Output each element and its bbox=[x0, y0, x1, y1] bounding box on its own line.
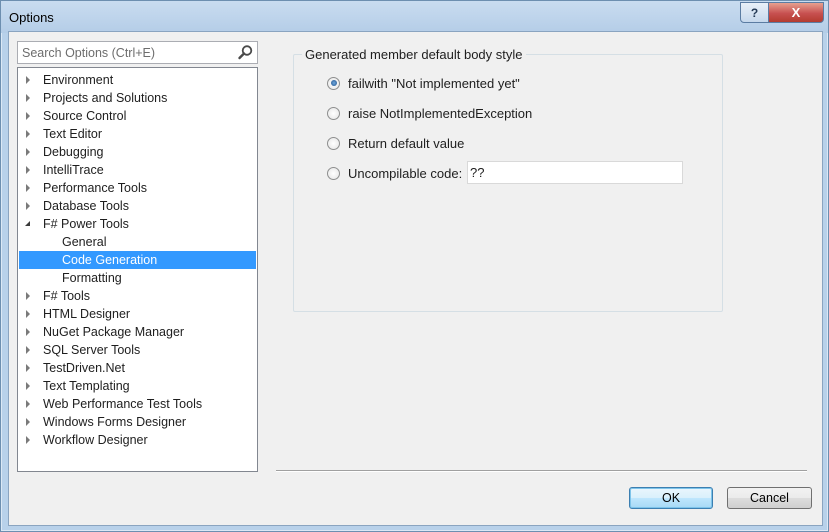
tree-item[interactable]: Text Templating bbox=[19, 377, 256, 395]
button-separator bbox=[276, 470, 807, 472]
tree-item-label: Debugging bbox=[43, 145, 104, 159]
tree-item[interactable]: Debugging bbox=[19, 143, 256, 161]
tree-item[interactable]: Text Editor bbox=[19, 125, 256, 143]
window-title: Options bbox=[9, 10, 54, 25]
tree-item[interactable]: IntelliTrace bbox=[19, 161, 256, 179]
tree-item-label: Performance Tools bbox=[43, 181, 147, 195]
tree-item-label: NuGet Package Manager bbox=[43, 325, 185, 339]
collapsed-arrow-icon[interactable] bbox=[26, 436, 30, 444]
tree-item-label: Windows Forms Designer bbox=[43, 415, 187, 429]
collapsed-arrow-icon[interactable] bbox=[26, 76, 30, 84]
ok-button[interactable]: OK bbox=[629, 487, 713, 509]
radio-default-value[interactable] bbox=[327, 136, 340, 150]
title-bar[interactable]: Options ? X bbox=[1, 1, 828, 33]
search-icon[interactable] bbox=[237, 44, 254, 61]
option-default-value[interactable]: Return default value bbox=[327, 134, 464, 152]
collapsed-arrow-icon[interactable] bbox=[26, 400, 30, 408]
option-default-value-label: Return default value bbox=[348, 135, 465, 151]
collapsed-arrow-icon[interactable] bbox=[26, 184, 30, 192]
tree-item[interactable]: Database Tools bbox=[19, 197, 256, 215]
uncompilable-code-input[interactable] bbox=[467, 161, 683, 184]
tree-item[interactable]: NuGet Package Manager bbox=[19, 323, 256, 341]
option-raise-label: raise NotImplementedException bbox=[348, 105, 533, 121]
collapsed-arrow-icon[interactable] bbox=[26, 292, 30, 300]
tree-item-label: Code Generation bbox=[62, 253, 158, 267]
expanded-arrow-icon[interactable] bbox=[25, 221, 30, 226]
radio-raise[interactable] bbox=[327, 106, 340, 120]
radio-uncompilable[interactable] bbox=[327, 166, 340, 180]
tree-item[interactable]: F# Tools bbox=[19, 287, 256, 305]
tree-item-label: SQL Server Tools bbox=[43, 343, 141, 357]
dialog-client-area: Environment Projects and Solutions Source … bbox=[8, 31, 823, 526]
tree-item[interactable]: F# Power Tools bbox=[19, 215, 256, 233]
radio-failwith[interactable] bbox=[327, 76, 340, 90]
option-uncompilable[interactable]: Uncompilable code: bbox=[327, 164, 462, 182]
collapsed-arrow-icon[interactable] bbox=[26, 130, 30, 138]
tree-item-label: IntelliTrace bbox=[43, 163, 104, 177]
collapsed-arrow-icon[interactable] bbox=[26, 346, 30, 354]
collapsed-arrow-icon[interactable] bbox=[26, 364, 30, 372]
tree-item[interactable]: General bbox=[19, 233, 256, 251]
options-window: Options ? X Environment Projects and Solu… bbox=[0, 0, 829, 532]
tree-item-label: HTML Designer bbox=[43, 307, 131, 321]
tree-item-label: Workflow Designer bbox=[43, 433, 148, 447]
collapsed-arrow-icon[interactable] bbox=[26, 166, 30, 174]
tree-item-label: General bbox=[62, 235, 107, 249]
option-failwith[interactable]: failwith "Not implemented yet" bbox=[327, 74, 520, 92]
tree-item[interactable]: Web Performance Test Tools bbox=[19, 395, 256, 413]
tree-item-label: Database Tools bbox=[43, 199, 129, 213]
collapsed-arrow-icon[interactable] bbox=[26, 112, 30, 120]
tree-item[interactable]: Formatting bbox=[19, 269, 256, 287]
tree-item[interactable]: Projects and Solutions bbox=[19, 89, 256, 107]
tree-item-label: F# Tools bbox=[43, 289, 91, 303]
cancel-button[interactable]: Cancel bbox=[727, 487, 812, 509]
tree-item-label: F# Power Tools bbox=[43, 217, 129, 231]
tree-item[interactable]: Workflow Designer bbox=[19, 431, 256, 449]
tree-item-label: Source Control bbox=[43, 109, 127, 123]
collapsed-arrow-icon[interactable] bbox=[26, 382, 30, 390]
tree-item-label: Text Templating bbox=[43, 379, 130, 393]
tree-item-label: TestDriven.Net bbox=[43, 361, 125, 375]
search-input[interactable] bbox=[18, 42, 232, 63]
collapsed-arrow-icon[interactable] bbox=[26, 148, 30, 156]
tree-item[interactable]: Performance Tools bbox=[19, 179, 256, 197]
tree-item[interactable]: Environment bbox=[19, 71, 256, 89]
options-tree[interactable]: Environment Projects and Solutions Source … bbox=[17, 67, 258, 472]
collapsed-arrow-icon[interactable] bbox=[26, 328, 30, 336]
group-title: Generated member default body style bbox=[302, 47, 526, 62]
search-box[interactable] bbox=[17, 41, 258, 64]
collapsed-arrow-icon[interactable] bbox=[26, 94, 30, 102]
option-failwith-label: failwith "Not implemented yet" bbox=[348, 75, 520, 91]
tree-item-label: Formatting bbox=[62, 271, 122, 285]
tree-item[interactable]: Source Control bbox=[19, 107, 256, 125]
tree-item[interactable]: SQL Server Tools bbox=[19, 341, 256, 359]
collapsed-arrow-icon[interactable] bbox=[26, 202, 30, 210]
help-button[interactable]: ? bbox=[740, 2, 769, 23]
collapsed-arrow-icon[interactable] bbox=[26, 310, 30, 318]
tree-item[interactable]: TestDriven.Net bbox=[19, 359, 256, 377]
tree-item-label: Text Editor bbox=[43, 127, 103, 141]
tree-item-label: Projects and Solutions bbox=[43, 91, 168, 105]
close-button[interactable]: X bbox=[768, 2, 824, 23]
collapsed-arrow-icon[interactable] bbox=[26, 418, 30, 426]
tree-item[interactable]: Code Generation bbox=[19, 251, 256, 269]
tree-item[interactable]: HTML Designer bbox=[19, 305, 256, 323]
option-uncompilable-label: Uncompilable code: bbox=[348, 165, 463, 181]
option-raise[interactable]: raise NotImplementedException bbox=[327, 104, 532, 122]
tree-item-label: Web Performance Test Tools bbox=[43, 397, 203, 411]
tree-item-label: Environment bbox=[43, 73, 114, 87]
tree-item[interactable]: Windows Forms Designer bbox=[19, 413, 256, 431]
